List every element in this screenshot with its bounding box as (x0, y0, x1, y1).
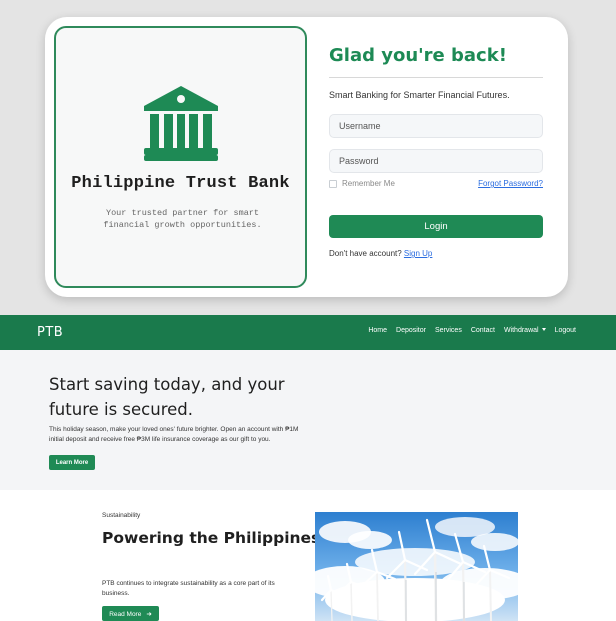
nav-withdrawal-dropdown[interactable]: Withdrawal (504, 327, 546, 334)
nav-contact[interactable]: Contact (471, 327, 495, 334)
read-more-button[interactable]: Read More ➜ (102, 606, 159, 621)
bank-building-icon (144, 86, 218, 161)
remember-checkbox[interactable] (329, 180, 337, 188)
remember-row: Remember Me Forgot Password? (329, 179, 543, 191)
nav-services[interactable]: Services (435, 327, 462, 334)
login-subheading: Smart Banking for Smarter Financial Futu… (329, 90, 510, 100)
read-more-label: Read More (109, 610, 142, 618)
learn-more-button[interactable]: Learn More (49, 455, 95, 470)
hero-text: This holiday season, make your loved one… (49, 426, 299, 443)
username-input[interactable] (329, 114, 543, 138)
navbar-brand[interactable]: PTB (37, 325, 63, 340)
forgot-password-link[interactable]: Forgot Password? (478, 179, 543, 188)
signup-row: Don't have account? Sign Up (329, 249, 543, 258)
sustainability-section: Sustainability Powering the Philippines'… (0, 490, 616, 621)
login-button[interactable]: Login (329, 215, 543, 238)
login-section: Philippine Trust Bank Your trusted partn… (0, 0, 616, 314)
remember-label[interactable]: Remember Me (342, 179, 395, 188)
section-title: Powering the Philippines' Energy Transit… (102, 529, 484, 547)
nav-withdrawal-label: Withdrawal (503, 327, 539, 334)
bank-name: Philippine Trust Bank (71, 174, 290, 193)
hero-title: Start saving today, and your future is s… (49, 375, 285, 419)
arrow-right-icon: ➜ (146, 610, 152, 618)
hero-section: Start saving today, and your future is s… (0, 350, 616, 490)
nav-depositor[interactable]: Depositor (396, 327, 426, 334)
nav-home[interactable]: Home (368, 327, 387, 334)
chevron-down-icon (541, 328, 546, 331)
navbar: PTB Home Depositor Services Contact With… (0, 315, 616, 350)
bank-tagline: Your trusted partner for smart financial… (103, 208, 262, 230)
brand-panel: Philippine Trust Bank Your trusted partn… (54, 26, 307, 288)
section-eyebrow: Sustainability (102, 512, 141, 519)
signup-link[interactable]: Sign Up (404, 249, 432, 258)
heading-divider (329, 77, 543, 78)
login-heading: Glad you're back! (329, 45, 507, 66)
password-input[interactable] (329, 149, 543, 173)
nav-logout[interactable]: Logout (555, 327, 576, 334)
login-form: Glad you're back! Smart Banking for Smar… (329, 45, 543, 258)
no-account-text: Don't have account? (329, 249, 402, 258)
section-text: PTB continues to integrate sustainabilit… (102, 580, 275, 597)
nav-links: Home Depositor Services Contact Withdraw… (368, 327, 576, 334)
login-card: Philippine Trust Bank Your trusted partn… (45, 17, 568, 297)
wind-turbines-photo (315, 512, 518, 621)
